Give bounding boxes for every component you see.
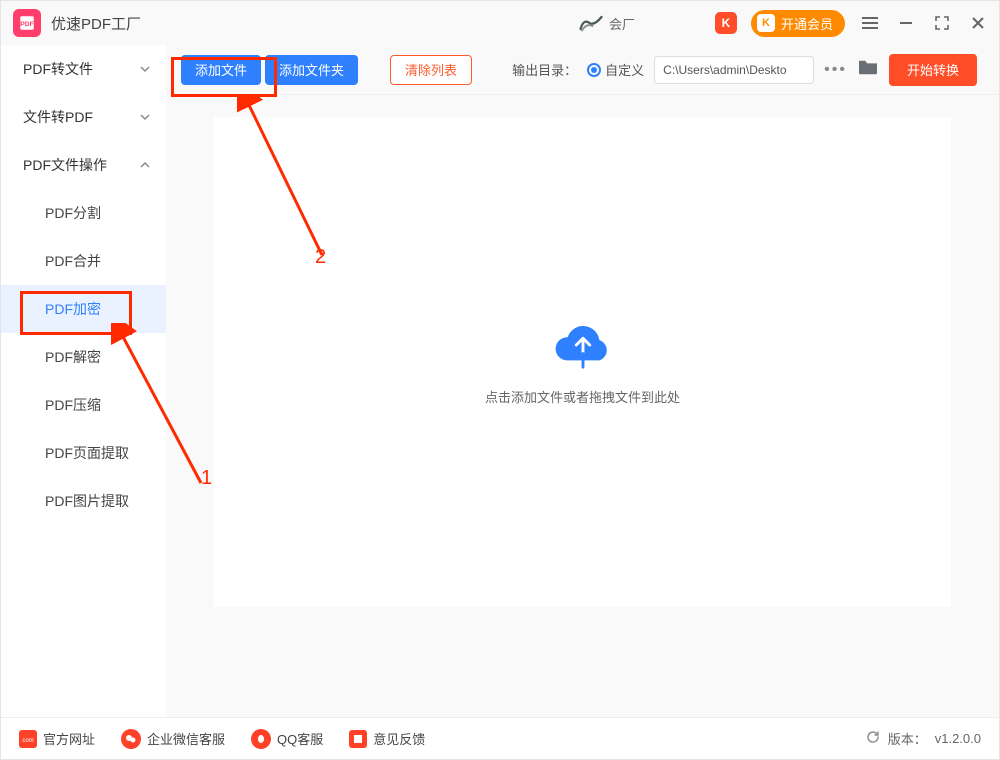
qq-icon bbox=[251, 729, 271, 749]
sidebar-item-file-to-pdf[interactable]: 文件转PDF bbox=[1, 93, 166, 141]
drop-zone[interactable]: 点击添加文件或者拖拽文件到此处 bbox=[214, 117, 951, 607]
footer: com 官方网址 企业微信客服 QQ客服 意见反馈 版本： v1.2.0.0 bbox=[1, 717, 999, 759]
version-value: v1.2.0.0 bbox=[935, 731, 981, 746]
footer-label: QQ客服 bbox=[277, 729, 323, 748]
minimize-button[interactable] bbox=[895, 12, 917, 34]
sidebar-sub-decrypt[interactable]: PDF解密 bbox=[1, 333, 166, 381]
sidebar-sub-merge[interactable]: PDF合并 bbox=[1, 237, 166, 285]
footer-feedback[interactable]: 意见反馈 bbox=[349, 729, 425, 748]
vip-label: 开通会员 bbox=[781, 14, 833, 33]
output-dir-label: 输出目录： bbox=[512, 60, 577, 79]
sidebar-item-pdf-to-file[interactable]: PDF转文件 bbox=[1, 45, 166, 93]
chevron-up-icon bbox=[140, 157, 150, 173]
minimize-icon bbox=[899, 16, 913, 30]
web-icon: com bbox=[19, 730, 37, 748]
sidebar-sub-encrypt[interactable]: PDF加密 bbox=[1, 285, 166, 333]
main-panel: 点击添加文件或者拖拽文件到此处 bbox=[166, 95, 999, 717]
app-title: 优速PDF工厂 bbox=[51, 13, 141, 34]
sidebar-item-label: PDF转文件 bbox=[23, 59, 93, 79]
menu-button[interactable] bbox=[859, 12, 881, 34]
sidebar-sub-split[interactable]: PDF分割 bbox=[1, 189, 166, 237]
footer-label: 意见反馈 bbox=[373, 729, 425, 748]
chevron-down-icon bbox=[140, 109, 150, 125]
output-radio-label: 自定义 bbox=[605, 60, 644, 79]
refresh-icon bbox=[866, 730, 880, 744]
sidebar-item-label: 文件转PDF bbox=[23, 107, 93, 127]
svg-text:PDF: PDF bbox=[20, 21, 34, 28]
refresh-button[interactable] bbox=[866, 730, 880, 747]
sidebar-item-label: PDF文件操作 bbox=[23, 155, 107, 175]
add-file-button[interactable]: 添加文件 bbox=[181, 55, 261, 85]
folder-icon bbox=[857, 58, 879, 76]
start-convert-button[interactable]: 开始转换 bbox=[889, 54, 977, 86]
open-folder-button[interactable] bbox=[857, 58, 879, 81]
svg-text:com: com bbox=[22, 738, 33, 744]
wechat-icon bbox=[121, 729, 141, 749]
radio-checked-icon bbox=[587, 63, 601, 77]
titlebar: PDF 优速PDF工厂 会厂 K K 开通会员 bbox=[1, 1, 999, 45]
app-badge-icon[interactable]: K bbox=[715, 12, 737, 34]
upload-cloud-icon bbox=[552, 319, 614, 369]
maximize-button[interactable] bbox=[931, 12, 953, 34]
feedback-icon bbox=[349, 730, 367, 748]
footer-qq-support[interactable]: QQ客服 bbox=[251, 729, 323, 749]
footer-label: 企业微信客服 bbox=[147, 729, 225, 748]
maximize-icon bbox=[935, 16, 949, 30]
output-path-input[interactable] bbox=[654, 56, 814, 84]
close-icon bbox=[971, 16, 985, 30]
browse-button[interactable]: ••• bbox=[824, 61, 847, 79]
drop-hint: 点击添加文件或者拖拽文件到此处 bbox=[485, 387, 680, 406]
add-folder-button[interactable]: 添加文件夹 bbox=[265, 55, 358, 85]
sidebar-sub-image-extract[interactable]: PDF图片提取 bbox=[1, 477, 166, 525]
sidebar: PDF转文件 文件转PDF PDF文件操作 PDF分割 PDF合并 PDF加密 … bbox=[1, 45, 166, 717]
user-section[interactable]: 会厂 bbox=[579, 13, 635, 33]
footer-wechat-support[interactable]: 企业微信客服 bbox=[121, 729, 225, 749]
user-avatar-icon bbox=[579, 13, 603, 33]
vip-icon: K bbox=[757, 14, 775, 32]
sidebar-sub-page-extract[interactable]: PDF页面提取 bbox=[1, 429, 166, 477]
hamburger-icon bbox=[862, 17, 878, 29]
footer-label: 官方网址 bbox=[43, 729, 95, 748]
chevron-down-icon bbox=[140, 61, 150, 77]
close-button[interactable] bbox=[967, 12, 989, 34]
version-label: 版本： bbox=[888, 729, 927, 748]
user-label: 会厂 bbox=[609, 14, 635, 33]
app-icon: PDF bbox=[13, 9, 41, 37]
footer-official-site[interactable]: com 官方网址 bbox=[19, 729, 95, 748]
sidebar-item-pdf-ops[interactable]: PDF文件操作 bbox=[1, 141, 166, 189]
output-custom-radio[interactable]: 自定义 bbox=[587, 60, 644, 79]
vip-button[interactable]: K 开通会员 bbox=[751, 10, 845, 37]
sidebar-sub-compress[interactable]: PDF压缩 bbox=[1, 381, 166, 429]
clear-list-button[interactable]: 清除列表 bbox=[390, 55, 472, 85]
